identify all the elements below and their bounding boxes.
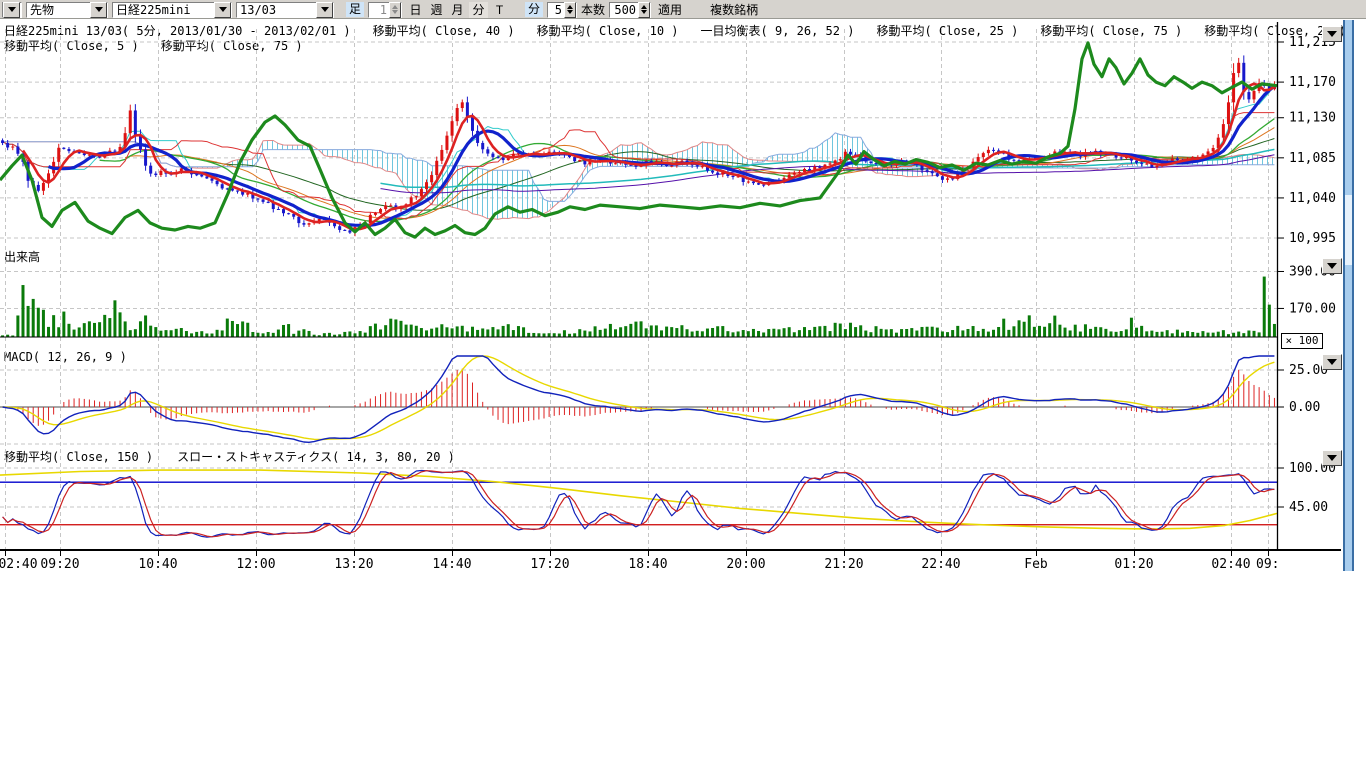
period-button-週[interactable]: 週	[427, 2, 446, 18]
symbol-value: 日経225mini	[113, 1, 214, 18]
axis-label: 20:00	[726, 557, 765, 572]
vertical-scrollbar[interactable]	[1343, 20, 1354, 571]
dropdown-arrow-icon[interactable]	[3, 2, 20, 18]
axis-label: 11,040	[1289, 191, 1336, 206]
axis-label: 170.00	[1289, 301, 1336, 316]
period-button-日[interactable]: 日	[406, 2, 425, 18]
instrument-type-select[interactable]: 先物	[26, 2, 108, 18]
bar-type-label: 足	[346, 2, 364, 17]
axis-label: 12:00	[236, 557, 275, 572]
axis-label: 13:20	[334, 557, 373, 572]
axis-label: 17:20	[530, 557, 569, 572]
chart-canvas[interactable]: 11,21511,17011,13011,08511,04010,995390.…	[0, 19, 1366, 581]
axis-label: 21:20	[824, 557, 863, 572]
contract-month-value: 13/03	[237, 3, 316, 17]
axis-label: 45.00	[1289, 500, 1328, 515]
axis-label: 02:40	[0, 557, 38, 572]
price-axis-scale-button[interactable]	[1322, 26, 1342, 42]
count-label: 本数	[581, 1, 605, 18]
count-spinner[interactable]: 500	[609, 2, 651, 18]
toolbar: 先物 日経225mini 13/03 足 1 日週月分T 分 5 本数 500 …	[0, 0, 1366, 19]
axis-label: 09:	[1256, 557, 1279, 572]
dropdown-arrow-icon[interactable]	[316, 2, 333, 18]
stoch-axis-scale-button[interactable]	[1322, 450, 1342, 466]
dropdown-arrow-icon[interactable]	[90, 2, 107, 18]
period-button-group: 日週月分T	[406, 2, 509, 18]
period-button-月[interactable]: 月	[448, 2, 467, 18]
instrument-type-value: 先物	[27, 1, 90, 18]
chart-application-window: { "toolbar": { "instrument_type": "先物", …	[0, 0, 1366, 768]
axis-label: 10,995	[1289, 231, 1336, 246]
scrollbar-thumb[interactable]	[1345, 195, 1352, 265]
period-button-分[interactable]: 分	[469, 2, 488, 18]
axis-label: 01:20	[1114, 557, 1153, 572]
axis-label: 02:40	[1211, 557, 1250, 572]
axis-label: 11,130	[1289, 111, 1336, 126]
axis-label: 14:40	[432, 557, 471, 572]
minutes-spinner[interactable]: 5	[547, 2, 577, 18]
volume-axis-scale-button[interactable]	[1322, 258, 1342, 274]
period-button-T[interactable]: T	[490, 2, 509, 18]
mini-dropdown[interactable]	[2, 2, 22, 18]
axis-label: 11,170	[1289, 75, 1336, 90]
multi-symbol-button[interactable]: 複数銘柄	[707, 2, 761, 18]
axis-label: Feb	[1024, 557, 1048, 572]
macd-axis-scale-button[interactable]	[1322, 354, 1342, 370]
axis-label: 10:40	[138, 557, 177, 572]
axis-label: 11,085	[1289, 151, 1336, 166]
bar-interval-spinner[interactable]: 1	[368, 2, 402, 18]
contract-month-select[interactable]: 13/03	[236, 2, 334, 18]
minutes-label: 分	[525, 2, 543, 17]
axis-label: 09:20	[40, 557, 79, 572]
spinner-handle-icon[interactable]	[638, 2, 650, 18]
spinner-handle-icon[interactable]	[389, 2, 401, 18]
volume-multiplier-badge: × 100	[1281, 333, 1323, 349]
symbol-select[interactable]: 日経225mini	[112, 2, 232, 18]
axis-label: 18:40	[628, 557, 667, 572]
axis-label: 0.00	[1289, 400, 1320, 415]
dropdown-arrow-icon[interactable]	[214, 2, 231, 18]
apply-button[interactable]: 適用	[655, 2, 685, 18]
axis-label: 22:40	[921, 557, 960, 572]
spinner-handle-icon[interactable]	[564, 2, 576, 18]
